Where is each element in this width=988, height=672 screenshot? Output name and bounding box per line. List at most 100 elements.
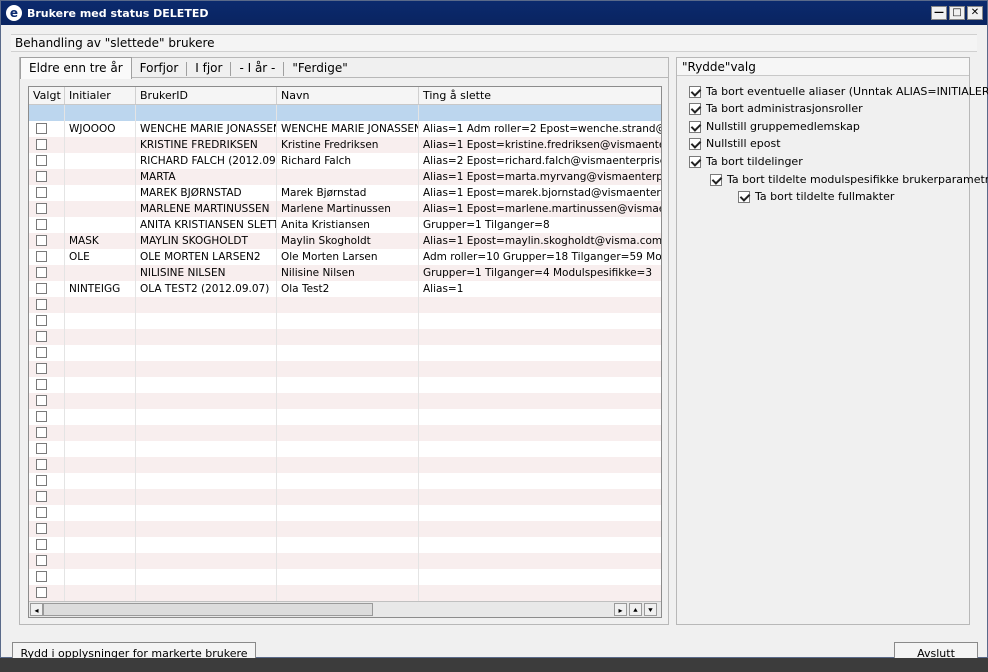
tab-ferdige[interactable]: "Ferdige" [284,58,355,78]
row-select-checkbox[interactable] [36,475,47,486]
table-row[interactable]: WJOOOO WENCHE MARIE JONASSEN WENCHE MARIE … [29,121,661,137]
table-row[interactable] [29,553,661,569]
option-checkbox[interactable] [710,173,722,186]
row-select-checkbox[interactable] [36,459,47,470]
cell-valgt[interactable] [29,233,65,249]
row-select-checkbox[interactable] [36,555,47,566]
option-item[interactable]: Ta bort tildelte fullmakter [738,190,894,203]
table-row[interactable]: ANITA KRISTIANSEN SLETTE Anita Kristianse… [29,217,661,233]
cell-valgt[interactable] [29,265,65,281]
cell-valgt[interactable] [29,553,65,569]
table-row[interactable]: MAREK BJØRNSTAD Marek Bjørnstad Alias=1 Ep… [29,185,661,201]
table-row[interactable] [29,585,661,601]
row-select-checkbox[interactable] [36,395,47,406]
option-checkbox[interactable] [689,137,701,150]
table-row[interactable]: MARTA Alias=1 Epost=marta.myrvang@vismaen… [29,169,661,185]
option-item[interactable]: Ta bort tildelinger [689,155,803,168]
table-row[interactable] [29,521,661,537]
option-item[interactable]: Ta bort tildelte modulspesifikke brukerp… [710,173,988,186]
cell-ting-a-slette[interactable] [419,105,661,121]
table-row[interactable] [29,457,661,473]
tab-eldre-enn-tre-ar[interactable]: Eldre enn tre år [20,57,132,79]
row-select-checkbox[interactable] [36,283,47,294]
cell-valgt[interactable] [29,409,65,425]
row-select-checkbox[interactable] [36,507,47,518]
option-checkbox[interactable] [689,102,701,115]
row-select-checkbox[interactable] [36,123,47,134]
cell-valgt[interactable] [29,457,65,473]
table-row[interactable]: NINTEIGG OLA TEST2 (2012.09.07) Ola Test2 A… [29,281,661,297]
cell-initialer[interactable] [65,105,136,121]
table-row[interactable] [29,393,661,409]
cell-valgt[interactable] [29,185,65,201]
table-row[interactable] [29,569,661,585]
column-header-ting-a-slette[interactable]: Ting å slette [419,87,661,104]
row-select-checkbox[interactable] [36,347,47,358]
table-row[interactable] [29,297,661,313]
minimize-icon[interactable]: — [931,6,947,20]
cell-valgt[interactable] [29,521,65,537]
row-select-checkbox[interactable] [36,571,47,582]
cell-valgt[interactable] [29,345,65,361]
cell-valgt[interactable] [29,105,65,121]
row-select-checkbox[interactable] [36,427,47,438]
cell-valgt[interactable] [29,137,65,153]
tab-forfjor[interactable]: Forfjor [132,58,187,78]
row-select-checkbox[interactable] [36,235,47,246]
scroll-down-double-icon[interactable]: ⯆ [644,603,657,616]
column-header-valgt[interactable]: Valgt [29,87,65,104]
cell-valgt[interactable] [29,585,65,601]
table-row[interactable]: KRISTINE FREDRIKSEN Kristine Fredriksen Al… [29,137,661,153]
scrollbar-thumb[interactable] [43,603,373,616]
cell-valgt[interactable] [29,217,65,233]
cell-valgt[interactable] [29,329,65,345]
table-row[interactable] [29,345,661,361]
row-select-checkbox[interactable] [36,411,47,422]
column-header-initialer[interactable]: Initialer [65,87,136,104]
table-row[interactable] [29,425,661,441]
cell-valgt[interactable] [29,153,65,169]
row-select-checkbox[interactable] [36,171,47,182]
option-item[interactable]: Ta bort administrasjonsroller [689,102,863,115]
row-select-checkbox[interactable] [36,267,47,278]
option-item[interactable]: Nullstill epost [689,137,781,150]
row-select-checkbox[interactable] [36,379,47,390]
horizontal-scrollbar[interactable]: ◂ ▸ ⯅ ⯆ [29,601,661,617]
cell-valgt[interactable] [29,441,65,457]
option-checkbox[interactable] [689,85,701,98]
row-select-checkbox[interactable] [36,187,47,198]
table-row[interactable] [29,329,661,345]
cell-valgt[interactable] [29,249,65,265]
maximize-icon[interactable]: □ [949,6,965,20]
row-select-checkbox[interactable] [36,315,47,326]
cell-valgt[interactable] [29,169,65,185]
table-row[interactable] [29,361,661,377]
cell-valgt[interactable] [29,569,65,585]
cell-valgt[interactable] [29,425,65,441]
cell-valgt[interactable] [29,281,65,297]
cell-valgt[interactable] [29,297,65,313]
cell-valgt[interactable] [29,121,65,137]
table-row[interactable] [29,473,661,489]
row-select-checkbox[interactable] [36,299,47,310]
option-item[interactable]: Ta bort eventuelle aliaser (Unntak ALIAS… [689,85,988,98]
table-row[interactable] [29,409,661,425]
table-row[interactable]: MARLENE MARTINUSSEN Marlene Martinussen Al… [29,201,661,217]
table-row-new[interactable] [29,105,661,121]
tab-i-ar[interactable]: - I år - [231,58,283,78]
column-header-brukerid[interactable]: BrukerID [136,87,277,104]
cell-navn[interactable] [277,105,419,121]
cell-brukerid[interactable] [136,105,277,121]
close-icon[interactable]: ✕ [967,6,983,20]
row-select-checkbox[interactable] [36,491,47,502]
table-row[interactable] [29,537,661,553]
option-checkbox[interactable] [689,155,701,168]
cell-valgt[interactable] [29,361,65,377]
row-select-checkbox[interactable] [36,443,47,454]
row-select-checkbox[interactable] [36,523,47,534]
cell-valgt[interactable] [29,313,65,329]
cell-valgt[interactable] [29,393,65,409]
cell-valgt[interactable] [29,377,65,393]
row-select-checkbox[interactable] [36,203,47,214]
option-checkbox[interactable] [689,120,701,133]
